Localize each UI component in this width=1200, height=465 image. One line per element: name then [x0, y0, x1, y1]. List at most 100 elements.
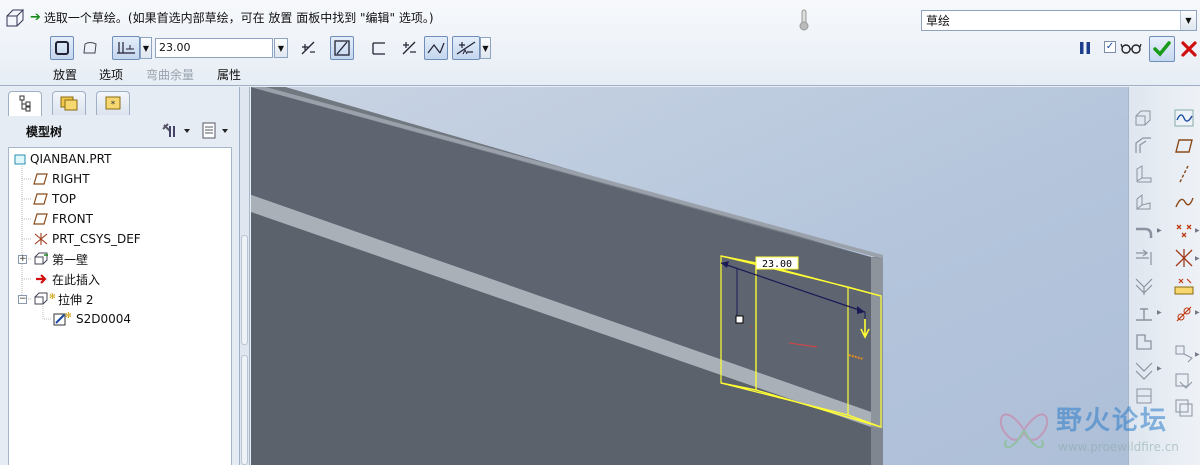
chevron-right-icon[interactable]: ▶	[1195, 309, 1200, 316]
butterfly-logo-icon	[999, 413, 1049, 449]
analysis-tool-icon[interactable]	[1173, 275, 1195, 297]
tree-item-csys[interactable]: PRT_CSYS_DEF	[33, 230, 141, 248]
deform-icon[interactable]	[1133, 359, 1155, 381]
unattached-wall-icon[interactable]	[1133, 163, 1155, 185]
mode-select[interactable]: 草绘 ▼	[921, 10, 1197, 31]
tree-item-first-wall[interactable]: 第一壁	[33, 250, 88, 268]
bend-icon[interactable]	[1133, 219, 1155, 241]
tab-properties[interactable]: 属性	[217, 66, 241, 83]
navigator-sash[interactable]	[240, 87, 250, 465]
remove-material-icon	[334, 40, 350, 56]
svg-text:✻: ✻	[65, 311, 72, 320]
chevron-right-icon[interactable]: ▶	[1157, 227, 1162, 234]
tab-placement[interactable]: 放置	[53, 66, 77, 83]
model-tree-icon	[19, 95, 31, 112]
tree-item-right[interactable]: RIGHT	[33, 170, 90, 188]
navigator-panel: * 模型树 QIANBAN.PRT RIGHT TOP FRONT PRT_CS…	[0, 87, 240, 465]
tree-item-insert-here[interactable]: 在此插入	[33, 270, 100, 288]
flip-side-button[interactable]	[452, 36, 480, 60]
tree-item-label: 拉伸 2	[58, 292, 94, 307]
chevron-down-icon[interactable]: ▼	[1180, 11, 1196, 30]
tab-favorites[interactable]: *	[96, 91, 130, 115]
dimension-label[interactable]: 23.00	[762, 259, 792, 270]
wall-attach-icon	[427, 42, 445, 54]
datum-chain-icon[interactable]	[1173, 303, 1195, 325]
remove-material-button[interactable]	[330, 36, 354, 60]
edge-bend-icon[interactable]	[1133, 247, 1155, 269]
tree-item-top[interactable]: TOP	[33, 190, 76, 208]
chevron-right-icon[interactable]: ▶	[1195, 227, 1200, 234]
depth-input[interactable]: 23.00	[155, 38, 273, 58]
show-menu-button[interactable]	[200, 121, 232, 141]
extrude-wall-icon[interactable]	[1133, 107, 1155, 129]
tree-item-extrude[interactable]: ✻ 拉伸 2	[33, 290, 93, 308]
part-icon	[14, 154, 26, 165]
solid-button[interactable]	[50, 36, 74, 60]
tree-item-label: 在此插入	[52, 272, 101, 287]
mirror-tool-icon[interactable]	[1173, 371, 1195, 393]
sash-grip[interactable]	[241, 235, 248, 345]
tab-options[interactable]: 选项	[99, 66, 123, 83]
pause-icon[interactable]	[1077, 40, 1093, 56]
tab-folder-browser[interactable]	[52, 91, 86, 115]
tree-item-label: 第一壁	[52, 252, 89, 267]
thicken-sketch-button[interactable]	[367, 36, 391, 60]
flange-wall-icon[interactable]	[1133, 135, 1155, 157]
tree-item-front[interactable]: FRONT	[33, 210, 93, 228]
cancel-button[interactable]	[1178, 36, 1200, 62]
tree-item-label: QIANBAN.PRT	[30, 152, 112, 166]
tree-item-label: FRONT	[52, 212, 93, 226]
flip-direction-button[interactable]	[296, 36, 320, 60]
collapse-toggle[interactable]: −	[18, 295, 27, 304]
solid-icon	[55, 41, 69, 55]
accept-button[interactable]	[1149, 36, 1175, 62]
sash-grip[interactable]	[241, 355, 248, 465]
forum-watermark: 野火论坛 www.proewildfire.cn	[988, 396, 1200, 465]
extrude-feature-icon	[6, 9, 25, 27]
sheetmetal-wall-icon	[34, 252, 48, 265]
depth-option-button[interactable]	[112, 36, 140, 60]
model-tree: QIANBAN.PRT RIGHT TOP FRONT PRT_CSYS_DEF…	[8, 147, 232, 465]
tree-item-label: RIGHT	[52, 172, 90, 186]
navigator-title: 模型树	[26, 125, 63, 139]
tree-item-label: S2D0004	[76, 312, 132, 326]
chevron-right-icon[interactable]: ▶	[1195, 351, 1200, 358]
depth-option-dropdown[interactable]: ▼	[140, 37, 152, 59]
datum-point-tool-icon[interactable]	[1173, 219, 1195, 241]
chevron-right-icon[interactable]: ▶	[1157, 309, 1162, 316]
twist-wall-icon[interactable]	[1133, 191, 1155, 213]
surface-button[interactable]	[78, 36, 102, 60]
chevron-right-icon[interactable]: ▶	[1195, 255, 1200, 262]
datum-curve-tool-icon[interactable]	[1173, 191, 1195, 213]
pattern-tool-icon[interactable]	[1173, 343, 1195, 365]
tree-item-sketch[interactable]: ✻ S2D0004	[53, 310, 131, 328]
csys-tool-icon[interactable]	[1173, 247, 1195, 269]
close-icon	[1181, 41, 1197, 57]
chevron-right-icon[interactable]: ▶	[1157, 365, 1162, 372]
datum-axis-tool-icon[interactable]	[1173, 163, 1195, 185]
favorites-icon: *	[105, 96, 121, 110]
datum-plane-icon	[33, 173, 48, 185]
flatten-icon[interactable]	[1133, 331, 1155, 353]
insert-here-icon	[36, 274, 47, 284]
watermark-title: 野火论坛	[1056, 406, 1169, 436]
settings-tools-button[interactable]	[160, 121, 194, 141]
glasses-icon[interactable]	[1120, 41, 1142, 55]
flip-side-dropdown[interactable]: ▼	[480, 37, 491, 59]
extrude-icon: ✻	[34, 292, 55, 305]
thicken-icon	[372, 42, 385, 55]
depth-dropdown-button[interactable]: ▼	[274, 38, 288, 58]
folder-icon	[60, 96, 78, 111]
wall-attach-button[interactable]	[424, 36, 448, 60]
tab-model-tree[interactable]	[8, 91, 42, 116]
unbend-icon[interactable]	[1133, 275, 1155, 297]
flip-thickness-button[interactable]	[397, 36, 421, 60]
preview-checkbox[interactable]: ✓	[1104, 41, 1116, 53]
sketch-tool-icon[interactable]	[1173, 107, 1195, 129]
datum-plane-tool-icon[interactable]	[1173, 135, 1195, 157]
drag-handle[interactable]	[735, 315, 744, 324]
tree-item-part[interactable]: QIANBAN.PRT	[13, 150, 111, 168]
bend-back-icon[interactable]	[1133, 303, 1155, 325]
dashboard: ➔ 选取一个草绘。(如果首选内部草绘，可在 放置 面板中找到 "编辑" 选项。)…	[0, 0, 1200, 86]
expand-toggle[interactable]: +	[18, 255, 27, 264]
